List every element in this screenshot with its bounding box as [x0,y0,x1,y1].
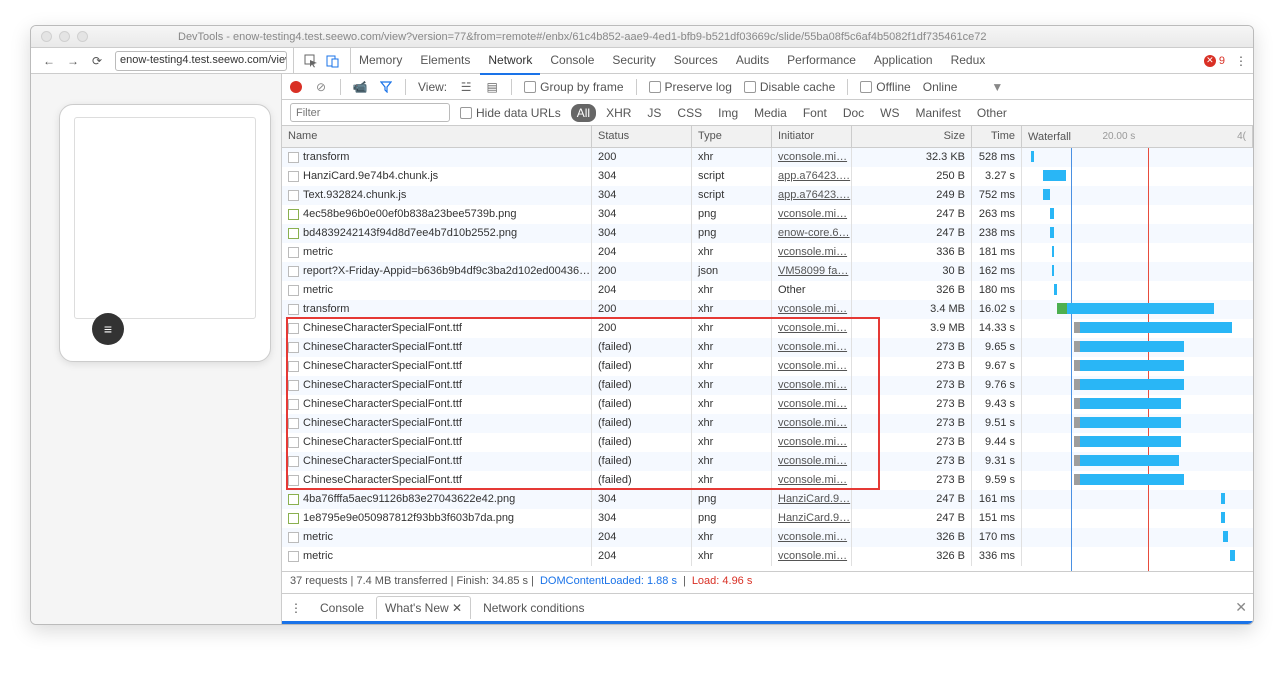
device-preview: ≡ [31,74,282,624]
drawer-whatsnew[interactable]: What's New ✕ [376,596,471,619]
drawer-close-icon[interactable]: ✕ [1235,599,1247,616]
network-filter-bar: Hide data URLs AllXHRJSCSSImgMediaFontDo… [282,100,1253,126]
max-dot[interactable] [77,31,88,42]
forward-icon[interactable]: → [63,52,83,70]
chip-font[interactable]: Font [797,104,833,122]
table-row[interactable]: ChineseCharacterSpecialFont.ttf200xhrvco… [282,319,1253,338]
table-row[interactable]: metric204xhrvconsole.mi…336 B181 ms [282,243,1253,262]
chip-css[interactable]: CSS [671,104,708,122]
hide-urls-checkbox[interactable] [460,107,472,119]
preview-frame: ≡ [59,104,271,362]
throttle-select[interactable]: Online▼ [923,80,1004,94]
overview-icon[interactable]: ▤ [485,80,499,94]
group-checkbox[interactable] [524,81,536,93]
error-badge[interactable]: ✕9 [1204,55,1225,67]
tab-sources[interactable]: Sources [666,47,726,75]
tab-redux[interactable]: Redux [943,47,994,75]
table-row[interactable]: HanziCard.9e74b4.chunk.js304scriptapp.a7… [282,167,1253,186]
more-icon[interactable]: ⋮ [1233,54,1249,68]
preview-canvas [74,117,256,319]
titlebar: DevTools - enow-testing4.test.seewo.com/… [31,26,1253,48]
table-header: Name Status Type Initiator Size Time Wat… [282,126,1253,148]
tab-memory[interactable]: Memory [351,47,410,75]
chip-other[interactable]: Other [971,104,1013,122]
drawer-console[interactable]: Console [312,597,372,619]
table-row[interactable]: transform200xhrvconsole.mi…3.4 MB16.02 s [282,300,1253,319]
tab-application[interactable]: Application [866,47,941,75]
table-row[interactable]: 4ec58be96b0e00ef0b838a23bee5739b.png304p… [282,205,1253,224]
table-row[interactable]: ChineseCharacterSpecialFont.ttf(failed)x… [282,395,1253,414]
table-row[interactable]: report?X-Friday-Appid=b636b9b4df9c3ba2d1… [282,262,1253,281]
table-row[interactable]: ChineseCharacterSpecialFont.ttf(failed)x… [282,338,1253,357]
device-icon[interactable] [326,54,340,68]
chip-media[interactable]: Media [748,104,793,122]
table-row[interactable]: ChineseCharacterSpecialFont.ttf(failed)x… [282,471,1253,490]
drawer-more-icon[interactable]: ⋮ [288,601,304,615]
preserve-checkbox[interactable] [649,81,661,93]
table-row[interactable]: metric204xhrOther326 B180 ms [282,281,1253,300]
network-toolbar: ⊘ 📹 View: ☱ ▤ Group by frame Preserve lo… [282,74,1253,100]
drawer-tabs: ⋮ Console What's New ✕ Network condition… [282,593,1253,621]
record-icon[interactable] [290,81,302,93]
clear-icon[interactable]: ⊘ [314,80,328,94]
tab-elements[interactable]: Elements [412,47,478,75]
disable-cache-checkbox[interactable] [744,81,756,93]
table-row[interactable]: metric204xhrvconsole.mi…326 B336 ms [282,547,1253,566]
tab-security[interactable]: Security [604,47,663,75]
chip-all[interactable]: All [571,104,596,122]
tab-audits[interactable]: Audits [728,47,777,75]
view-label: View: [418,80,447,94]
tab-console[interactable]: Console [542,47,602,75]
table-row[interactable]: ChineseCharacterSpecialFont.ttf(failed)x… [282,376,1253,395]
col-type[interactable]: Type [692,126,772,147]
inspect-icon[interactable] [304,54,318,68]
col-waterfall[interactable]: Waterfall20.00 s4( [1022,126,1253,147]
reload-icon[interactable]: ⟳ [87,52,107,70]
filter-icon[interactable] [379,80,393,94]
table-row[interactable]: 1e8795e9e050987812f93bb3f603b7da.png304p… [282,509,1253,528]
col-time[interactable]: Time [972,126,1022,147]
tab-network[interactable]: Network [480,47,540,75]
status-bar: 37 requests | 7.4 MB transferred | Finis… [282,571,1253,593]
camera-icon[interactable]: 📹 [353,80,367,94]
chip-manifest[interactable]: Manifest [910,104,967,122]
filter-input[interactable] [290,103,450,122]
chip-ws[interactable]: WS [874,104,905,122]
drawer-accent [282,621,1253,624]
top-toolbar: ← → ⟳ enow-testing4.test.seewo.com/view … [31,48,1253,74]
table-row[interactable]: 4ba76fffa5aec91126b83e27043622e42.png304… [282,490,1253,509]
table-row[interactable]: transform200xhrvconsole.mi…32.3 KB528 ms [282,148,1253,167]
url-field[interactable]: enow-testing4.test.seewo.com/view [115,51,287,71]
chip-xhr[interactable]: XHR [600,104,637,122]
chip-js[interactable]: JS [641,104,667,122]
close-dot[interactable] [41,31,52,42]
large-rows-icon[interactable]: ☱ [459,80,473,94]
table-row[interactable]: ChineseCharacterSpecialFont.ttf(failed)x… [282,433,1253,452]
table-row[interactable]: Text.932824.chunk.js304scriptapp.a76423.… [282,186,1253,205]
panel-tabs: MemoryElementsNetworkConsoleSecuritySour… [351,47,1204,75]
table-row[interactable]: bd4839242143f94d8d7ee4b7d10b2552.png304p… [282,224,1253,243]
table-row[interactable]: ChineseCharacterSpecialFont.ttf(failed)x… [282,357,1253,376]
min-dot[interactable] [59,31,70,42]
col-size[interactable]: Size [852,126,972,147]
requests-table: transform200xhrvconsole.mi…32.3 KB528 ms… [282,148,1253,571]
table-row[interactable]: ChineseCharacterSpecialFont.ttf(failed)x… [282,414,1253,433]
col-name[interactable]: Name [282,126,592,147]
offline-checkbox[interactable] [860,81,872,93]
error-icon: ✕ [1204,55,1216,67]
table-row[interactable]: metric204xhrvconsole.mi…326 B170 ms [282,528,1253,547]
window-controls [31,31,98,42]
drawer-netcond[interactable]: Network conditions [475,597,592,619]
window-title: DevTools - enow-testing4.test.seewo.com/… [98,31,1253,43]
chip-img[interactable]: Img [712,104,744,122]
col-initiator[interactable]: Initiator [772,126,852,147]
back-icon[interactable]: ← [39,52,59,70]
tab-performance[interactable]: Performance [779,47,864,75]
table-row[interactable]: ChineseCharacterSpecialFont.ttf(failed)x… [282,452,1253,471]
devtools-window: DevTools - enow-testing4.test.seewo.com/… [30,25,1254,625]
col-status[interactable]: Status [592,126,692,147]
menu-fab[interactable]: ≡ [92,313,124,345]
chip-doc[interactable]: Doc [837,104,870,122]
